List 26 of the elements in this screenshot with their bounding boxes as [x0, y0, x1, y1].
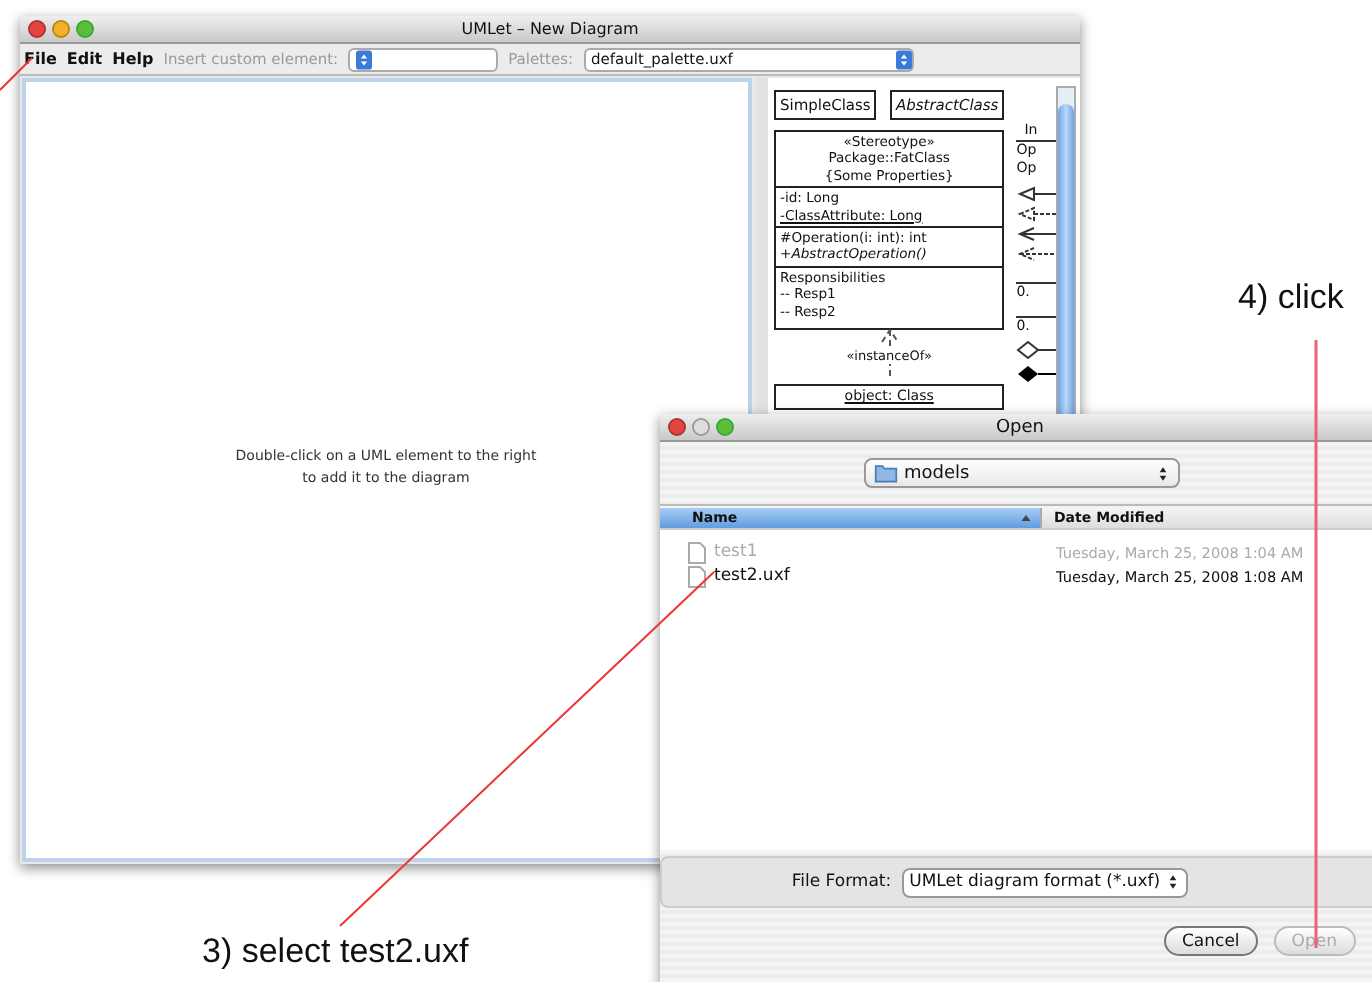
document-icon	[688, 565, 706, 587]
folder-icon	[874, 462, 898, 484]
relation-arrows-drawing[interactable]	[1016, 186, 1057, 266]
close-icon[interactable]	[28, 20, 46, 38]
close-icon[interactable]	[668, 418, 686, 436]
document-icon	[688, 541, 706, 563]
stepper-icon	[1156, 463, 1170, 483]
menu-item[interactable]: Edit	[66, 50, 103, 68]
diamond-arrows-drawing[interactable]	[1016, 338, 1057, 386]
stepper-icon	[356, 49, 373, 69]
stepper-icon	[895, 49, 912, 69]
sort-icon	[1020, 512, 1032, 524]
stepper-icon	[1166, 872, 1181, 892]
folder-dropdown[interactable]: models	[864, 458, 1180, 488]
annotation-text: 3) select test2.uxf	[202, 932, 469, 972]
field-label: File Format:	[791, 872, 892, 892]
annotation-text: 4) click	[1238, 278, 1344, 318]
window-title: UMLet – New Diagram	[461, 20, 639, 38]
format-dropdown[interactable]: UMLet diagram format (*.uxf)	[901, 867, 1189, 897]
file-name[interactable]: test2.uxf	[706, 566, 1056, 586]
window-title: Open	[995, 417, 1045, 437]
custom-element-dropdown[interactable]	[348, 47, 499, 71]
menu-item[interactable]: File	[24, 50, 57, 68]
minimize-icon[interactable]	[52, 20, 70, 38]
dialog-button[interactable]: Cancel	[1164, 926, 1258, 956]
menu-item[interactable]: Help	[112, 50, 154, 68]
